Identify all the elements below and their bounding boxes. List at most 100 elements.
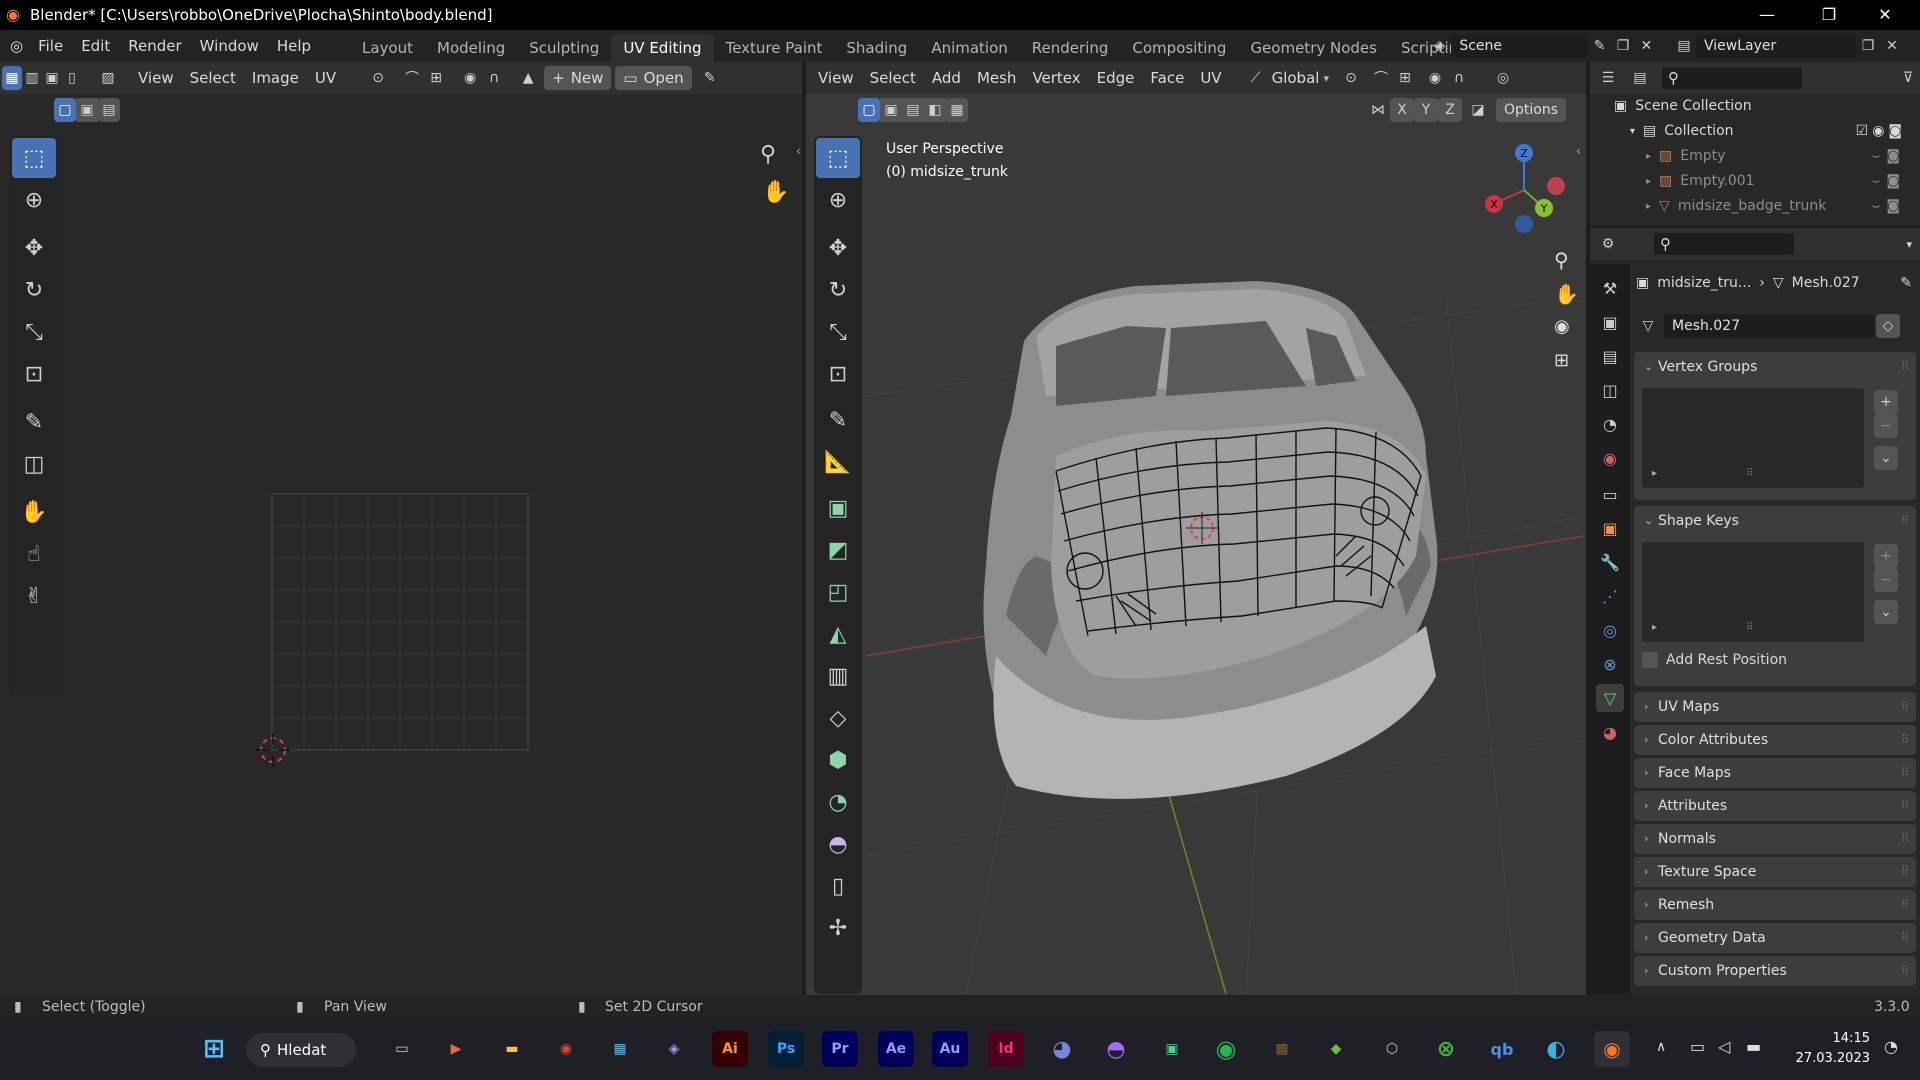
outliner-item-midsize-badge-trunk[interactable]: ▸ ▽ midsize_badge_trunk ⌣◙	[1614, 194, 1920, 219]
pivot-icon[interactable]: ⊙	[366, 66, 390, 90]
vp-annotate-tool-icon[interactable]: ✎	[816, 400, 860, 440]
list-resize-icon[interactable]: ⠿	[1746, 468, 1753, 479]
new-image-button[interactable]: + New	[544, 66, 612, 90]
battery-icon[interactable]: ▬	[1746, 1037, 1761, 1056]
snap-icon[interactable]: ⌒	[400, 66, 424, 90]
open-image-button[interactable]: ▭ Open	[615, 66, 692, 90]
list-expand-icon[interactable]: ▸	[1652, 468, 1657, 479]
panel-remesh[interactable]: › Remesh ⠿	[1634, 890, 1916, 920]
menu-file[interactable]: File	[29, 30, 72, 62]
clock[interactable]: 14:15 27.03.2023	[1794, 1029, 1870, 1069]
material-tab-icon[interactable]: ◕	[1596, 718, 1624, 746]
tab-animation[interactable]: Animation	[919, 34, 1019, 62]
annotate-tool-icon[interactable]: ✎	[12, 402, 56, 442]
outliner-item-empty[interactable]: ▸ ▨ Empty ⌣◙	[1614, 144, 1920, 169]
discord-icon[interactable]: ◕	[1044, 1031, 1080, 1067]
pin-scene-icon[interactable]: ✎	[1588, 34, 1611, 58]
qbittorrent-icon[interactable]: qb	[1484, 1031, 1520, 1067]
add-vertex-group-button[interactable]: +	[1874, 390, 1898, 414]
uv-menu-view[interactable]: View	[130, 66, 182, 90]
grab-tool-icon[interactable]: ✋	[12, 492, 56, 532]
taskbar-search[interactable]: ⚲ Hledat	[246, 1033, 356, 1067]
panel-normals[interactable]: › Normals ⠿	[1634, 824, 1916, 854]
face-select-icon[interactable]: ▣	[42, 66, 62, 90]
tab-geometry-nodes[interactable]: Geometry Nodes	[1238, 34, 1389, 62]
xbox-icon[interactable]: ⊗	[1428, 1031, 1464, 1067]
vp-menu-vertex[interactable]: Vertex	[1024, 66, 1088, 90]
scene-icon[interactable]: ◈	[1428, 34, 1451, 58]
vertex-groups-list[interactable]: ▸ ⠿	[1642, 388, 1864, 488]
vp-snap-icon[interactable]: ⌒	[1369, 66, 1393, 90]
store-icon[interactable]: ▦	[602, 1031, 638, 1067]
network-icon[interactable]: ▭	[1690, 1037, 1705, 1056]
collection-tab-icon[interactable]: ▭	[1596, 480, 1624, 508]
file-explorer-icon[interactable]: ▬	[494, 1031, 530, 1067]
indesign-icon[interactable]: Id	[988, 1031, 1024, 1067]
drag-handle-icon[interactable]: ⠿	[1901, 824, 1909, 854]
properties-search-input[interactable]: ⚲	[1654, 233, 1794, 255]
panel-custom-properties[interactable]: › Custom Properties ⠿	[1634, 956, 1916, 986]
blender-menu-icon[interactable]: ◎	[0, 30, 29, 62]
sidebar-toggle-icon[interactable]: ‹	[796, 144, 801, 158]
close-button[interactable]: ✕	[1862, 0, 1908, 30]
display-mode-icon[interactable]: ▤	[1628, 66, 1652, 90]
item-toggles-icon[interactable]: ⌣◙	[1871, 144, 1906, 169]
tab-uv-editing[interactable]: UV Editing	[611, 34, 714, 62]
outliner-editor-type-icon[interactable]: ☰	[1596, 66, 1620, 90]
object-tab-icon[interactable]: ▣	[1596, 514, 1624, 542]
minecraft-icon[interactable]: ▩	[1264, 1031, 1300, 1067]
panel-color-attributes[interactable]: › Color Attributes ⠿	[1634, 725, 1916, 755]
vp-rotate-tool-icon[interactable]: ↻	[816, 270, 860, 310]
vp-move-tool-icon[interactable]: ✥	[816, 228, 860, 268]
premiere-icon[interactable]: Pr	[822, 1031, 858, 1067]
pin-properties-icon[interactable]: ✎	[1900, 275, 1912, 291]
render-tab-icon[interactable]: ▣	[1596, 308, 1624, 336]
falloff-icon[interactable]: ∩	[482, 66, 506, 90]
vertex-select-icon[interactable]: ▦	[2, 66, 22, 90]
panel-face-maps[interactable]: › Face Maps ⠿	[1634, 758, 1916, 788]
photoshop-icon[interactable]: Ps	[768, 1031, 804, 1067]
vp-snap-target-icon[interactable]: ⊞	[1393, 66, 1417, 90]
snap-target-icon[interactable]: ⊞	[424, 66, 448, 90]
blender-taskbar-icon[interactable]: ◉	[1594, 1031, 1630, 1067]
edge-select-icon[interactable]: ▥	[22, 66, 42, 90]
menu-help[interactable]: Help	[268, 30, 320, 62]
select-box-tool-icon[interactable]: ⬚	[12, 138, 56, 178]
collection-toggles-icon[interactable]: ☑◉◙	[1856, 119, 1906, 144]
image-browse-icon[interactable]: ▲	[516, 66, 540, 90]
world-tab-icon[interactable]: ◉	[1596, 444, 1624, 472]
properties-editor-type-icon[interactable]: ⚙	[1596, 232, 1620, 256]
camera-view-icon[interactable]: ◉	[1554, 316, 1570, 337]
vp-proportional-icon[interactable]: ◉	[1423, 66, 1447, 90]
island-select-icon[interactable]: ▯	[62, 66, 82, 90]
drag-handle-icon[interactable]: ⠿	[1901, 956, 1909, 986]
new-view-layer-icon[interactable]: ❐	[1856, 34, 1880, 58]
add-shape-key-button[interactable]: +	[1874, 544, 1898, 568]
vp-zoom-icon[interactable]: ⚲	[1554, 248, 1569, 272]
mesh-data-tab-icon[interactable]: ▽	[1596, 684, 1624, 712]
bevel-tool-icon[interactable]: ◭	[816, 614, 860, 654]
uv-menu-select[interactable]: Select	[182, 66, 244, 90]
outliner-search-input[interactable]: ⚲	[1662, 67, 1802, 89]
scene-selector[interactable]: Scene	[1451, 34, 1588, 58]
item-toggles-icon[interactable]: ⌣◙	[1871, 194, 1906, 219]
list-resize-icon[interactable]: ⠿	[1746, 622, 1753, 633]
edge-icon[interactable]: ◐	[1538, 1031, 1574, 1067]
vp-menu-select[interactable]: Select	[862, 66, 924, 90]
view-layer-icon[interactable]: ▤	[1672, 34, 1696, 58]
tab-modeling[interactable]: Modeling	[425, 34, 517, 62]
unity-icon[interactable]: ⬡	[1374, 1031, 1410, 1067]
ortho-toggle-icon[interactable]: ⊞	[1554, 350, 1569, 371]
select-extend-icon[interactable]: ▣	[76, 98, 98, 122]
tab-rendering[interactable]: Rendering	[1020, 34, 1121, 62]
tab-compositing[interactable]: Compositing	[1120, 34, 1238, 62]
3d-viewport[interactable]: View Select Add Mesh Vertex Edge Face UV…	[806, 62, 1586, 995]
move-tool-icon[interactable]: ✥	[12, 228, 56, 268]
scene-tab-icon[interactable]: ◔	[1596, 410, 1624, 438]
physics-tab-icon[interactable]: ◎	[1596, 616, 1624, 644]
menu-edit[interactable]: Edit	[72, 30, 119, 62]
minimize-button[interactable]: —	[1744, 0, 1790, 30]
tray-chevron-icon[interactable]: ∧	[1656, 1039, 1666, 1055]
shrink-fatten-tool-icon[interactable]: ✢	[816, 908, 860, 948]
view-layer-selector[interactable]: ViewLayer	[1696, 34, 1856, 58]
